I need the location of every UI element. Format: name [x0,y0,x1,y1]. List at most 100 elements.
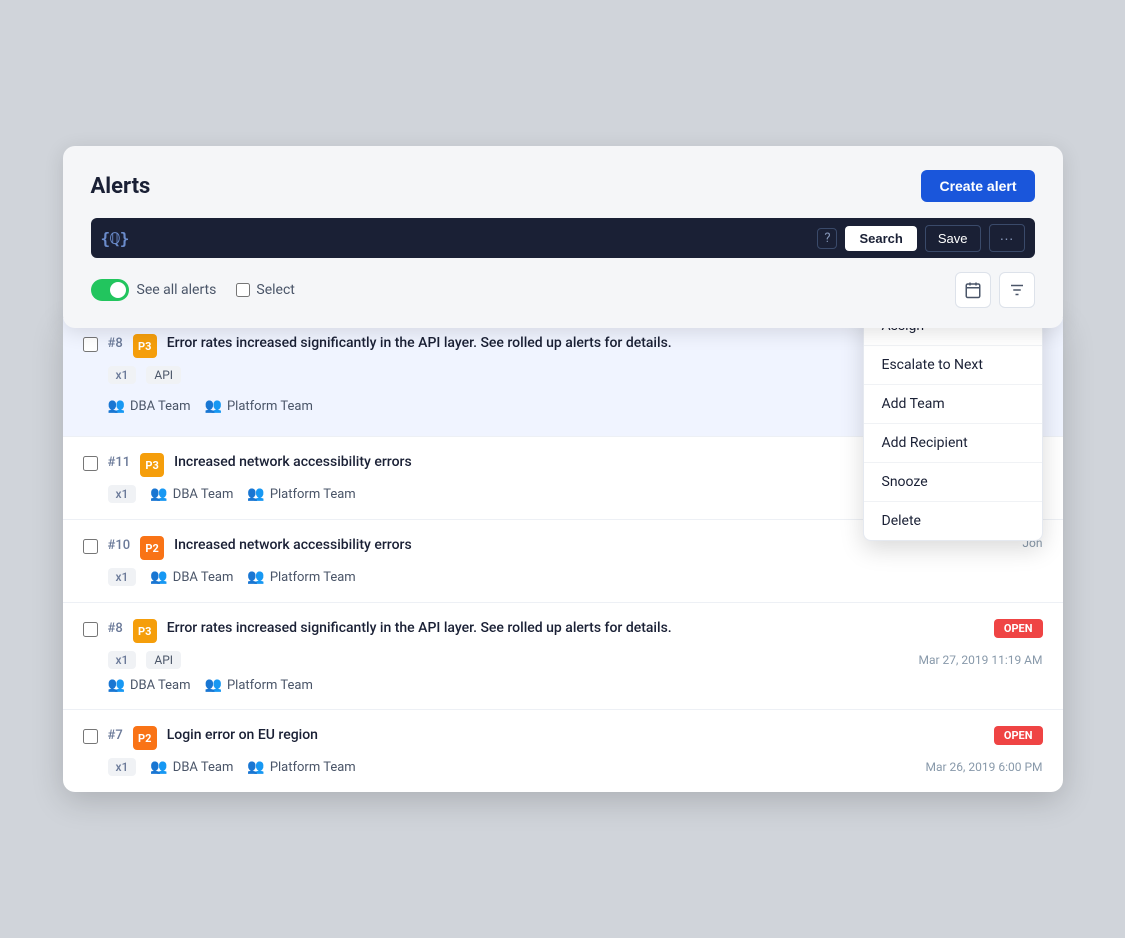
alert-checkbox-4[interactable] [83,729,98,744]
alert-checkbox-3[interactable] [83,622,98,637]
alerts-title-row: Alerts Create alert [91,170,1035,202]
select-label: Select [256,282,294,298]
search-button[interactable]: Search [845,226,916,251]
filter-row: See all alerts Select [91,272,1035,308]
alert-meta-left-3: x1 API [108,651,182,669]
filter-left: See all alerts Select [91,279,295,301]
save-search-button[interactable]: Save [925,225,981,252]
alerts-header-card: Alerts Create alert {ℚ} ? Search Save ··… [63,146,1063,328]
filter-icons [955,272,1035,308]
alert-count-0: x1 [108,366,137,384]
alert-top-row-3: #8 P3 Error rates increased significantl… [83,619,1043,643]
alert-id-3: #8 [108,621,123,636]
dropdown-item-escalate[interactable]: Escalate to Next [864,346,1042,385]
alert-id-1: #11 [108,455,131,470]
teams-left-3: 👥 DBA Team 👥 Platform Team [108,677,313,693]
alert-count-4: x1 [108,758,137,776]
search-input[interactable] [137,230,809,246]
alert-status-3: OPEN [994,619,1043,638]
alert-top-row-4: #7 P2 Login error on EU region OPEN [83,726,1043,750]
team-dba-0: 👥 DBA Team [108,398,191,414]
alert-tag-0: API [146,366,181,384]
teams-left-4: x1 👥 DBA Team 👥 Platform Team [108,758,356,776]
search-help-button[interactable]: ? [817,228,837,249]
alerts-list-card: #8 P3 Error rates increased significantl… [63,318,1063,792]
priority-badge-3: P3 [133,619,157,643]
alert-teams-row-3: 👥 DBA Team 👥 Platform Team [83,677,1043,693]
alert-message-4: Login error on EU region [167,726,984,746]
team-dba-4: 👥 DBA Team [150,758,233,776]
team-platform-0: 👥 Platform Team [205,398,313,414]
alert-tag-3: API [146,651,181,669]
alert-item-4: #7 P2 Login error on EU region OPEN x1 👥… [63,710,1063,792]
alert-teams-row-4: x1 👥 DBA Team 👥 Platform Team Mar 26, 20… [83,758,1043,776]
team-icon-platform-4: 👥 [247,759,264,775]
search-more-button[interactable]: ··· [989,224,1025,252]
page-title: Alerts [91,174,151,199]
alert-meta-left-0: x1 API [108,366,182,384]
team-name-platform-2: Platform Team [270,570,356,585]
priority-badge-0: P3 [133,334,157,358]
calendar-icon [964,281,982,299]
create-alert-button[interactable]: Create alert [921,170,1034,202]
team-icon-platform-1: 👥 [247,486,264,502]
alert-meta-row-3: x1 API Mar 27, 2019 11:19 AM [83,651,1043,669]
alert-checkbox-2[interactable] [83,539,98,554]
alert-teams-row-2: x1 👥 DBA Team 👥 Platform Team [83,568,1043,586]
alert-checkbox-0[interactable] [83,337,98,352]
priority-badge-4: P2 [133,726,157,750]
team-name-dba-3: DBA Team [130,678,191,693]
team-icon-platform-3: 👥 [205,677,222,693]
alert-item: #8 P3 Error rates increased significantl… [63,318,1063,437]
team-platform-1: 👥 Platform Team [247,485,355,503]
team-platform-3: 👥 Platform Team [205,677,313,693]
dropdown-item-add-team[interactable]: Add Team [864,385,1042,424]
team-name-platform-0: Platform Team [227,399,313,414]
calendar-icon-button[interactable] [955,272,991,308]
teams-left-1: x1 👥 DBA Team 👥 Platform Team [108,485,356,503]
team-icon-dba-2: 👥 [150,569,167,585]
dropdown-menu: Assign Escalate to Next Add Team Add Rec… [863,306,1043,541]
team-name-dba-1: DBA Team [173,487,234,502]
dropdown-item-delete[interactable]: Delete [864,502,1042,540]
teams-left-2: x1 👥 DBA Team 👥 Platform Team [108,568,356,586]
alert-message-3: Error rates increased significantly in t… [167,619,984,639]
app-wrapper: Alerts Create alert {ℚ} ? Search Save ··… [63,146,1063,792]
see-all-alerts-toggle[interactable] [91,279,129,301]
alert-id-2: #10 [108,538,131,553]
search-query-icon: {ℚ} [101,229,130,248]
team-icon-platform-2: 👥 [247,569,264,585]
alert-date-4: Mar 26, 2019 6:00 PM [926,760,1043,774]
team-name-dba-2: DBA Team [173,570,234,585]
team-dba-2: 👥 DBA Team [150,568,233,586]
select-check-container: Select [236,282,294,298]
select-checkbox[interactable] [236,283,250,297]
alert-count-2: x1 [108,568,137,586]
team-name-dba-4: DBA Team [173,760,234,775]
priority-badge-1: P3 [140,453,164,477]
team-dba-3: 👥 DBA Team [108,677,191,693]
alert-id-0: #8 [108,336,123,351]
priority-badge-2: P2 [140,536,164,560]
team-platform-4: 👥 Platform Team [247,758,355,776]
alert-id-4: #7 [108,728,123,743]
alert-count-1: x1 [108,485,137,503]
dropdown-item-snooze[interactable]: Snooze [864,463,1042,502]
filter-icon-button[interactable] [999,272,1035,308]
team-name-platform-3: Platform Team [227,678,313,693]
dropdown-item-add-recipient[interactable]: Add Recipient [864,424,1042,463]
see-all-alerts-label: See all alerts [137,282,217,298]
team-dba-1: 👥 DBA Team [150,485,233,503]
team-icon-dba-1: 👥 [150,486,167,502]
alert-item-3: #8 P3 Error rates increased significantl… [63,603,1063,710]
search-bar: {ℚ} ? Search Save ··· [91,218,1035,258]
team-icon-dba-4: 👥 [150,759,167,775]
team-platform-2: 👥 Platform Team [247,568,355,586]
team-icon-dba-0: 👥 [108,398,125,414]
alert-count-3: x1 [108,651,137,669]
team-icon-dba-3: 👥 [108,677,125,693]
alert-checkbox-1[interactable] [83,456,98,471]
see-all-alerts-toggle-container: See all alerts [91,279,217,301]
teams-left-0: 👥 DBA Team 👥 Platform Team [108,398,313,414]
team-name-dba-0: DBA Team [130,399,191,414]
